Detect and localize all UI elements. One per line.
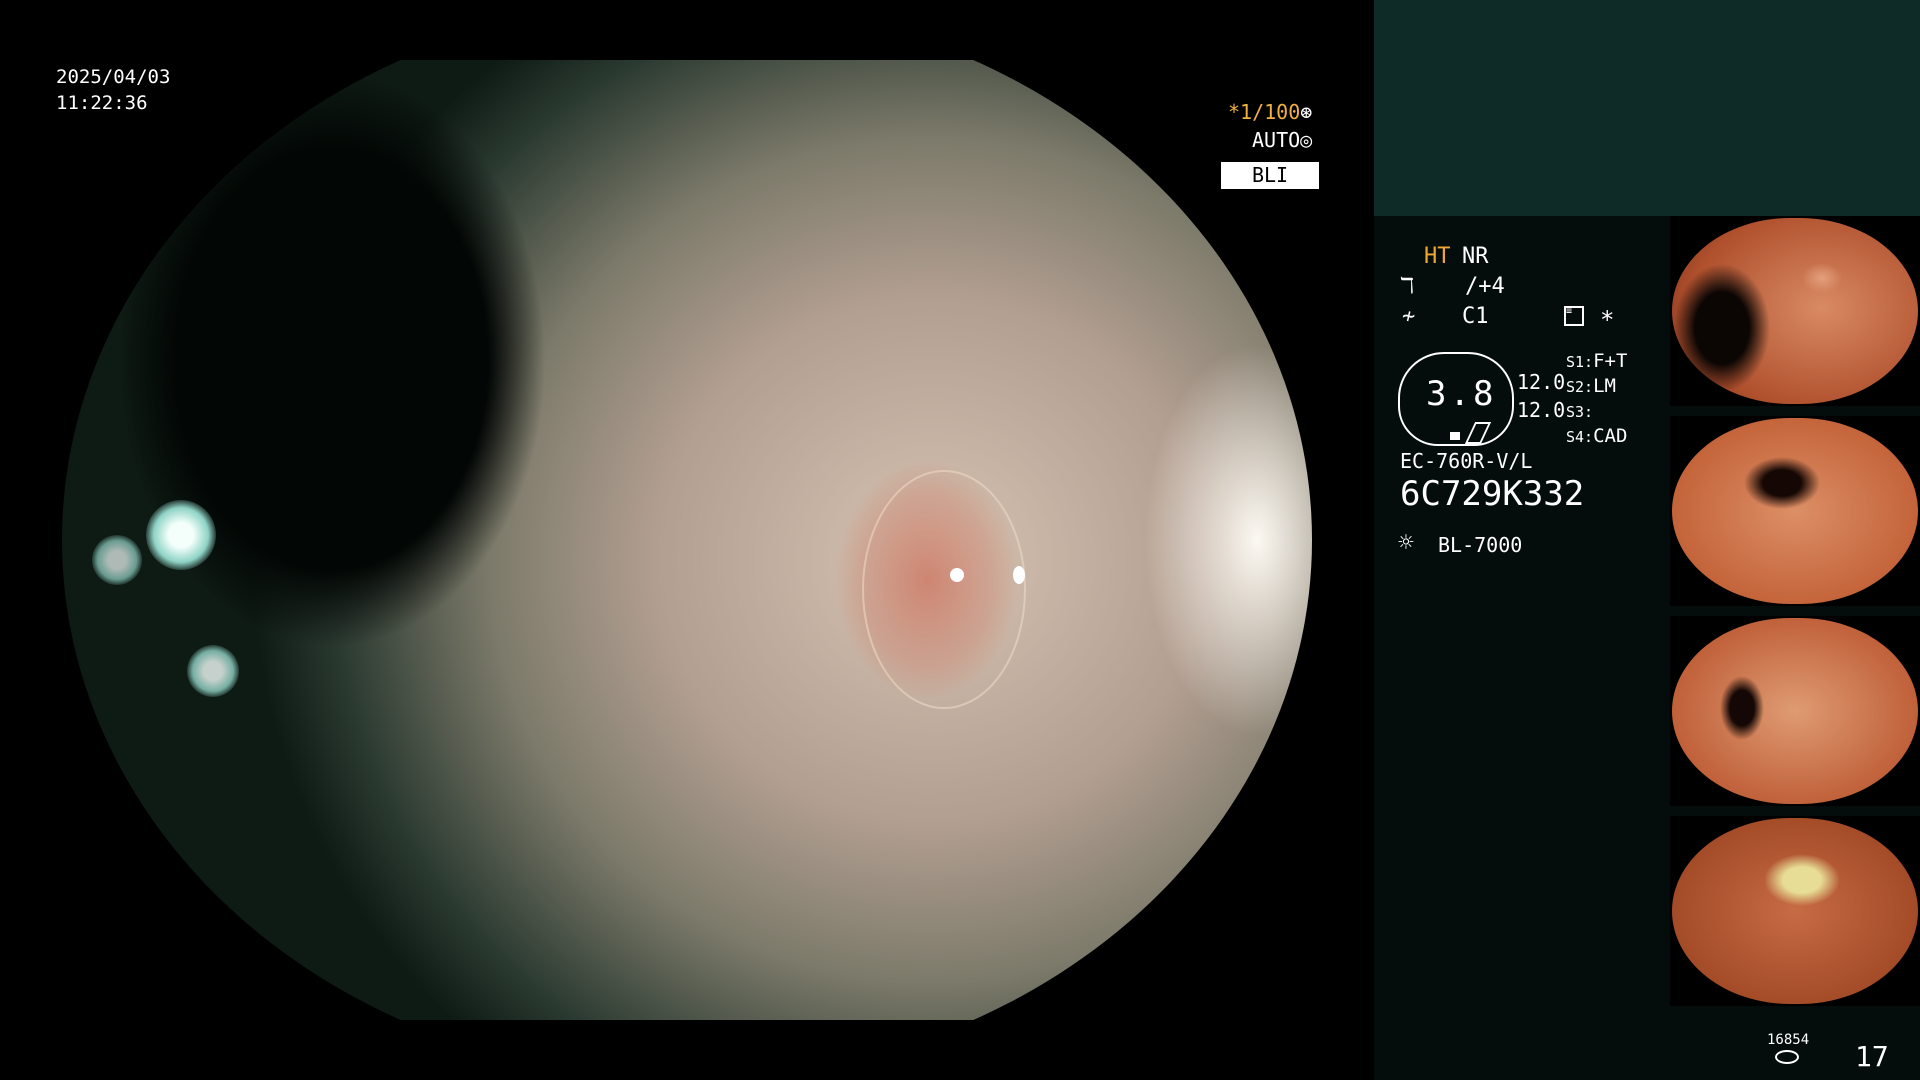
slot-value: LM [1593, 375, 1616, 397]
shutter-text: *1/100 [1228, 100, 1301, 124]
capture-thumbnail-1[interactable] [1670, 216, 1920, 406]
slot-s3: S3: [1566, 400, 1593, 422]
info-header-block [1374, 0, 1920, 216]
value-readout-1: 12.0 [1517, 370, 1566, 394]
iris-gauge-value: 3.8 [1426, 374, 1497, 414]
nr-indicator: NR [1462, 244, 1489, 269]
iris-mode-text: AUTO [1252, 128, 1301, 152]
lens-flare [146, 500, 216, 570]
slot-s2: S2:LM [1566, 375, 1616, 397]
slot-value: F+T [1593, 350, 1628, 372]
endoscope-view [62, 60, 1312, 1020]
iris-icon: ◎ [1300, 128, 1313, 152]
scope-model: EC-760R-V/L [1400, 449, 1533, 473]
slot-s1: S1:F+T [1566, 350, 1627, 372]
lens-flare [187, 645, 239, 697]
capture-thumbnail-4[interactable] [1670, 816, 1920, 1006]
star-indicator: * [1600, 306, 1615, 334]
slot-key: S2: [1566, 378, 1594, 396]
iris-mode: AUTO◎ [1252, 128, 1312, 152]
endoscope-image [62, 60, 1312, 1020]
light-mode-badge: BLI [1221, 162, 1319, 189]
capture-thumbnail-2[interactable] [1670, 416, 1920, 606]
thumbnail-image [1672, 418, 1918, 604]
slot-key: S3: [1566, 403, 1594, 421]
polyp-outline [862, 470, 1026, 709]
time-text: 11:22:36 [56, 92, 148, 114]
light-source-icon: ☼ [1398, 528, 1414, 558]
specular-glint [950, 568, 964, 582]
enhancement-icon: ℸ [1400, 274, 1415, 299]
datetime: 2025/04/03 11:22:36 [56, 64, 170, 116]
menu-icon: ≡ [1564, 306, 1584, 326]
thumbnail-image [1672, 618, 1918, 804]
light-source: BL-7000 [1438, 533, 1523, 557]
gauge-marker-icon [1450, 432, 1460, 440]
color-icon: ≁ [1402, 304, 1416, 329]
slot-value: CAD [1593, 425, 1628, 447]
ht-indicator: HT [1424, 244, 1451, 269]
slot-key: S4: [1566, 428, 1594, 446]
storage-count: 16854 [1767, 1032, 1810, 1048]
color-value: C1 [1462, 304, 1489, 329]
slot-key: S1: [1566, 353, 1594, 371]
capture-thumbnail-3[interactable] [1670, 616, 1920, 806]
date-text: 2025/04/03 [56, 66, 171, 88]
scope-serial: 6C729K332 [1400, 474, 1585, 514]
capture-count: 17 [1855, 1040, 1889, 1073]
shutter-speed: *1/100⊛ [1228, 100, 1312, 124]
storage-icon [1775, 1050, 1799, 1064]
slot-s4: S4:CAD [1566, 425, 1627, 447]
specular-glint [1013, 566, 1025, 584]
value-readout-2: 12.0 [1517, 398, 1566, 422]
thumbnail-image [1672, 818, 1918, 1004]
aperture-icon: ⊛ [1300, 100, 1313, 124]
thumbnail-image [1672, 218, 1918, 404]
lens-flare [92, 535, 142, 585]
enhancement-value: /+4 [1465, 274, 1505, 299]
